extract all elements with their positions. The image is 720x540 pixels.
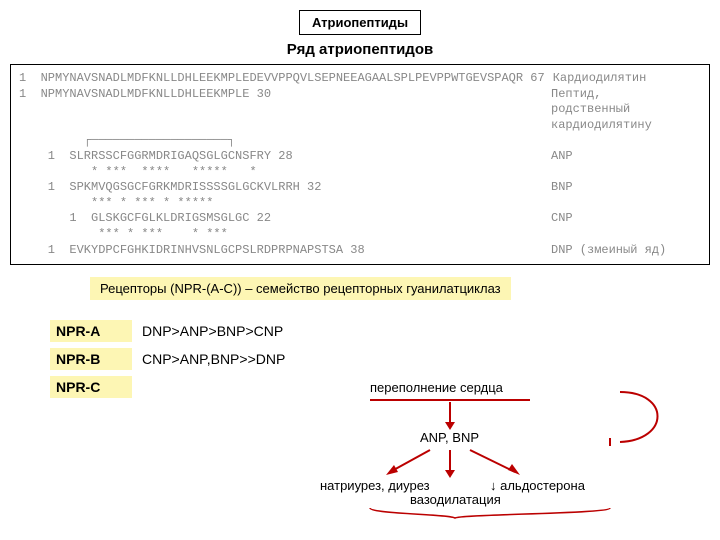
diagram-mid-label: ANP, BNP (420, 430, 479, 445)
receptor-name: NPR-B (50, 348, 132, 370)
receptor-affinity: DNP>ANP>BNP>CNP (132, 320, 332, 342)
sequence-line: ┌───────────────────┐ (19, 133, 701, 149)
receptor-row: NPR-ADNP>ANP>BNP>CNP (50, 320, 710, 342)
sequence-line: 1 SLRRSSCFGGRMDRIGAQSGLGCNSFRY 28ANP (19, 149, 701, 165)
receptor-row: NPR-BCNP>ANP,BNP>>DNP (50, 348, 710, 370)
sequence-line: *** * *** * ***** (19, 196, 701, 212)
subtitle: Ряд атриопептидов (283, 37, 437, 62)
receptors-note: Рецепторы (NPR-(A-C)) – семейство рецепт… (90, 277, 511, 300)
sequence-line: 1 NPMYNAVSNADLMDFKNLLDHLEEKMPLEDEVVPPQVL… (19, 71, 701, 87)
sequence-line: *** * *** * *** (19, 227, 701, 243)
receptor-affinity (132, 376, 332, 382)
diagram-bottom-center: вазодилатация (410, 492, 501, 507)
sequence-line: кардиодилятину (19, 118, 701, 134)
sequence-line: 1 GLSKGCFGLKLDRIGSMSGLGC 22CNP (19, 211, 701, 227)
sequence-line: родственный (19, 102, 701, 118)
sequence-box: 1 NPMYNAVSNADLMDFKNLLDHLEEKMPLEDEVVPPQVL… (10, 64, 710, 265)
diagram-bottom-right: ↓ альдостерона (490, 478, 585, 493)
receptor-name: NPR-C (50, 376, 132, 398)
receptor-affinity: CNP>ANP,BNP>>DNP (132, 348, 332, 370)
flow-diagram: переполнение сердца ANP, BNP натриурез, … (360, 380, 700, 520)
sequence-line: 1 SPKMVQGSGCFGRKMDRISSSSGLGCKVLRRH 32BNP (19, 180, 701, 196)
sequence-line: 1 NPMYNAVSNADLMDFKNLLDHLEEKMPLE 30Пептид… (19, 87, 701, 103)
receptor-name: NPR-A (50, 320, 132, 342)
title-box: Атриопептиды (299, 10, 421, 35)
sequence-line: 1 EVKYDPCFGHKIDRINHVSNLGCPSLRDPRPNAPSTSA… (19, 243, 701, 259)
diagram-top-label: переполнение сердца (370, 380, 503, 395)
diagram-bottom-left: натриурез, диурез (320, 478, 430, 493)
sequence-line: * *** **** ***** * (19, 165, 701, 181)
